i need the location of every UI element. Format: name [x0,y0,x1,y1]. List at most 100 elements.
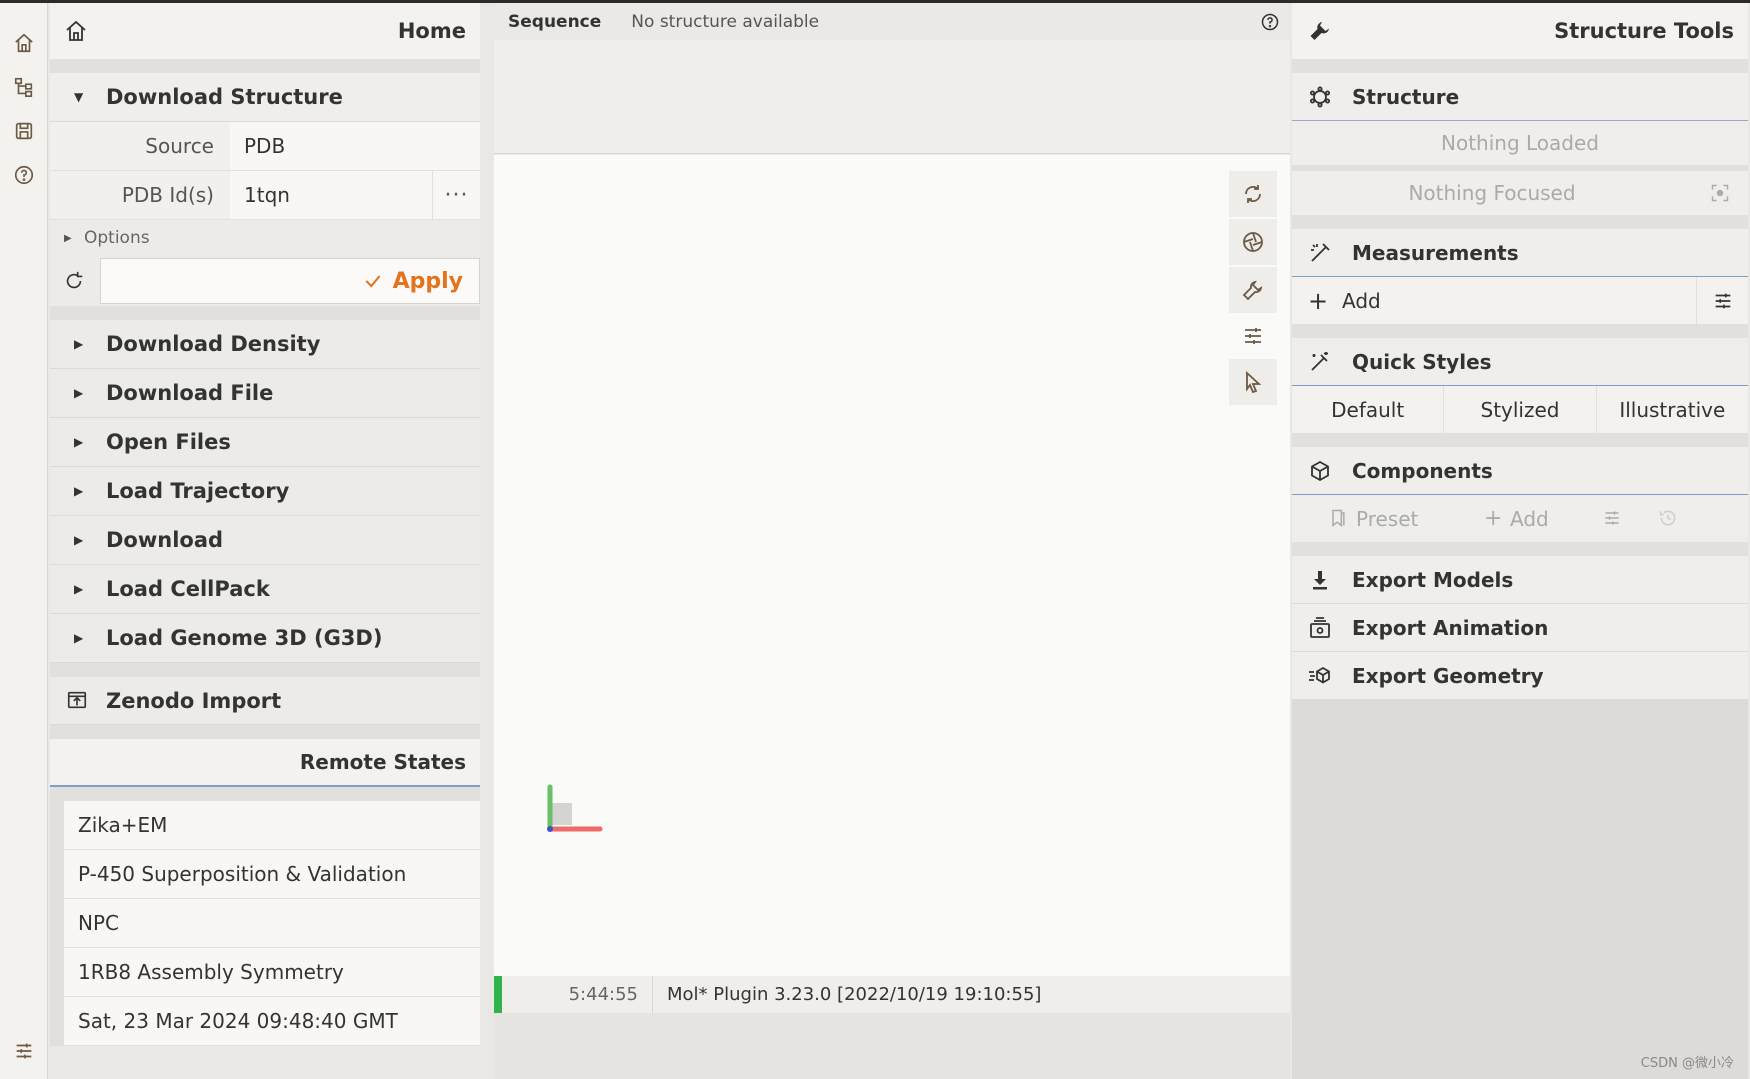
screenshot-button[interactable] [1229,219,1277,265]
state-tree-icon[interactable] [8,71,40,103]
quick-styles-row: Default Stylized Illustrative [1292,386,1748,433]
save-icon[interactable] [8,115,40,147]
camera-aperture-icon [1243,232,1263,252]
sequence-label[interactable]: Sequence [508,12,601,32]
log-area [494,1013,1290,1079]
sliders-icon[interactable] [1602,508,1622,528]
export-models-section[interactable]: Export Models [1292,556,1748,604]
log-timestamp: 5:44:55 [568,984,638,1005]
sliders-icon [1715,293,1730,308]
section-title: Export Models [1352,567,1514,592]
section-load-genome-3d[interactable]: ▶ Load Genome 3D (G3D) [50,614,480,663]
export-geometry-section[interactable]: Export Geometry [1292,652,1748,700]
watermark: CSDN @微小冷 [1640,1056,1734,1071]
plus-icon: + [1484,506,1503,531]
components-preset-button[interactable]: Preset [1356,507,1418,531]
tools-button[interactable] [1229,267,1277,313]
quick-styles-section: Quick Styles [1292,338,1748,386]
measurements-add-row: + Add [1292,277,1748,324]
remote-state-item[interactable]: Sat, 23 Mar 2024 09:48:40 GMT [50,997,480,1046]
help-icon[interactable] [8,159,40,191]
chevron-right-icon: ▶ [64,232,72,244]
section-load-trajectory[interactable]: ▶ Load Trajectory [50,467,480,516]
measurements-add-button[interactable]: Add [1342,289,1381,313]
components-actions-row: Preset + Add [1292,495,1748,542]
geometry-export-icon [1309,666,1330,684]
focus-target-icon[interactable] [1710,183,1730,203]
axes-gizmo [547,784,603,832]
chevron-right-icon: ▶ [74,533,84,547]
remote-state-item[interactable]: P-450 Superposition & Validation [50,850,480,899]
remote-state-item[interactable]: 1RB8 Assembly Symmetry [50,948,480,997]
section-title: Measurements [1352,240,1519,265]
style-illustrative-button[interactable]: Illustrative [1597,386,1748,433]
reset-camera-button[interactable] [1229,171,1277,217]
chevron-right-icon: ▶ [74,631,84,645]
section-download-structure[interactable]: ▼ Download Structure [50,73,480,122]
import-icon [67,691,87,709]
remote-state-item[interactable]: NPC [50,899,480,948]
log-bar: 5:44:55 Mol* Plugin 3.23.0 [2022/10/19 1… [494,976,1290,1013]
chevron-right-icon: ▶ [74,582,84,596]
pdb-id-input[interactable]: 1tqn [230,171,432,219]
pdb-id-row: PDB Id(s) 1tqn ··· [50,171,480,220]
style-default-button[interactable]: Default [1292,386,1445,433]
check-icon [365,275,381,288]
chevron-right-icon: ▶ [74,484,84,498]
components-add-button[interactable]: Add [1510,507,1549,531]
apply-button[interactable]: Apply [100,258,480,304]
style-stylized-button[interactable]: Stylized [1444,386,1597,433]
options-toggle[interactable]: ▶ Options [50,220,480,256]
options-label: Options [84,228,150,248]
help-icon[interactable] [1260,12,1280,32]
magic-wand-icon [1311,352,1328,371]
apply-label: Apply [392,268,463,294]
structure-icon [1310,86,1330,108]
export-animation-section[interactable]: Export Animation [1292,604,1748,652]
more-options-button[interactable]: ··· [432,171,480,219]
section-zenodo-import[interactable]: Zenodo Import [50,677,480,725]
section-title: Export Geometry [1352,663,1544,688]
selection-mode-button[interactable] [1229,359,1277,405]
chevron-right-icon: ▶ [74,435,84,449]
section-load-cellpack[interactable]: ▶ Load CellPack [50,565,480,614]
structure-tools-header: Structure Tools [1292,3,1748,59]
nothing-focused-label: Nothing Focused [1408,181,1576,205]
refresh-button[interactable] [50,256,98,306]
section-download-file[interactable]: ▶ Download File [50,369,480,418]
section-title: Load Trajectory [106,479,290,503]
section-title: Export Animation [1352,615,1549,640]
home-icon[interactable] [8,27,40,59]
source-label: Source [50,122,230,170]
plus-icon: + [1308,286,1329,315]
section-title: Download Density [106,332,321,356]
cube-icon [1311,460,1329,482]
section-open-files[interactable]: ▶ Open Files [50,418,480,467]
structure-selector[interactable]: Nothing Loaded [1292,121,1748,165]
measurements-options-button[interactable] [1696,277,1748,324]
chevron-down-icon: ▼ [74,90,84,104]
download-icon [1313,571,1327,590]
section-download[interactable]: ▶ Download [50,516,480,565]
right-panel: Structure Tools Structure Nothing Loaded… [1292,3,1748,1079]
panel-title: Structure Tools [1554,19,1734,43]
section-title: Components [1352,458,1493,483]
remote-state-item[interactable]: Zika+EM [50,801,480,850]
left-panel: Home ▼ Download Structure Source PDB PDB… [50,3,480,1079]
section-download-density[interactable]: ▶ Download Density [50,320,480,369]
sequence-bar: Sequence No structure available [494,3,1290,40]
settings-button[interactable] [1229,313,1277,359]
left-icon-rail [0,3,48,1079]
measurements-section: Measurements [1292,229,1748,277]
section-title: Download Structure [106,85,343,109]
history-icon[interactable] [1658,508,1678,528]
focus-selector[interactable]: Nothing Focused [1292,171,1748,215]
components-section: Components [1292,447,1748,495]
apply-row: Apply [50,256,480,306]
settings-sliders-icon[interactable] [8,1035,40,1067]
ruler-wand-icon [1311,243,1330,262]
source-select[interactable]: PDB [230,122,480,170]
3d-viewport[interactable] [494,155,1290,976]
molstar-app: Home ▼ Download Structure Source PDB PDB… [0,3,1750,1079]
sequence-value[interactable]: No structure available [631,12,819,32]
